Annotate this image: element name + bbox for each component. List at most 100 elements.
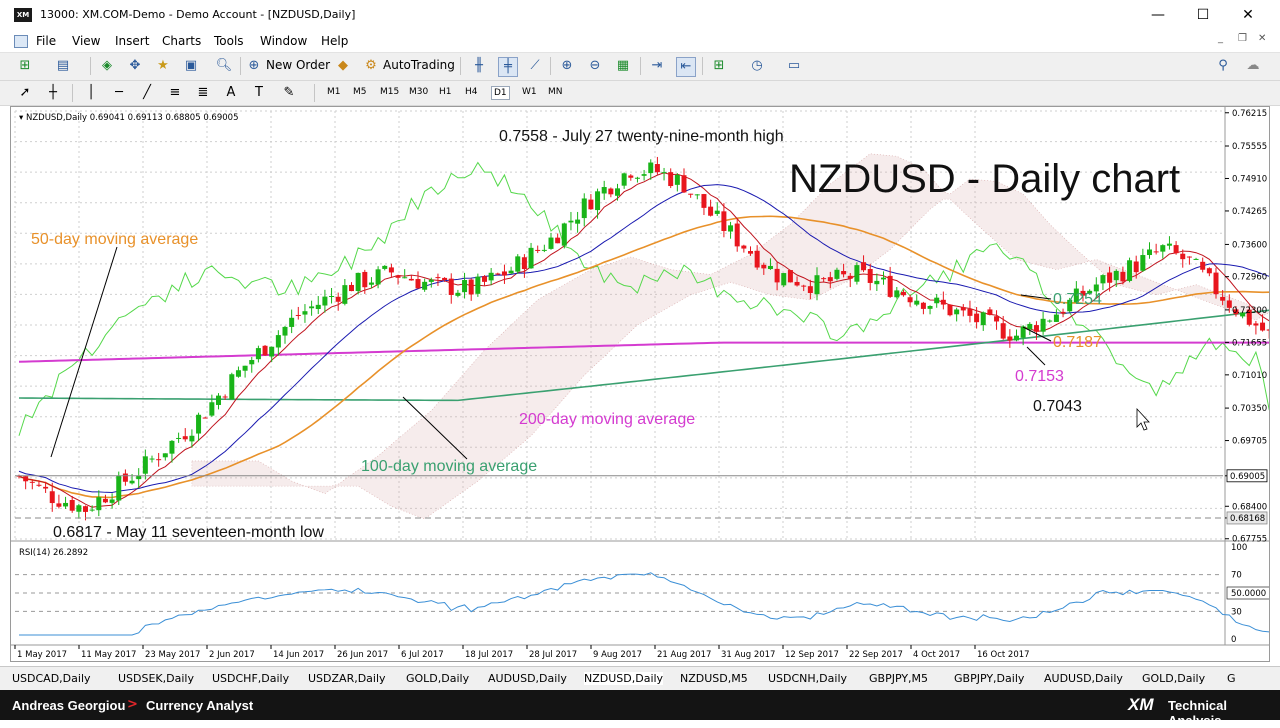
chart-tab[interactable]: NZDUSD,M5 xyxy=(680,672,748,685)
new-order-icon[interactable]: ⊕ xyxy=(245,57,263,75)
new-order-button[interactable]: New Order xyxy=(266,58,330,72)
metaeditor-icon[interactable]: ◆ xyxy=(334,57,352,75)
zoom-out-icon[interactable]: ⊖ xyxy=(586,57,604,75)
timeframe-m30[interactable]: M30 xyxy=(407,86,430,98)
timeframe-mn[interactable]: MN xyxy=(546,86,565,98)
candle-body xyxy=(176,437,182,439)
candle-body xyxy=(1027,323,1033,330)
timeframe-d1[interactable]: D1 xyxy=(491,86,510,100)
equidistant-channel-icon[interactable]: ≡ xyxy=(166,84,184,102)
chart-tab[interactable]: GBPJPY,Daily xyxy=(954,672,1024,685)
candle-body xyxy=(694,194,700,196)
chart-tab[interactable]: AUDUSD,Daily xyxy=(1044,672,1123,685)
profiles-icon[interactable]: ▤ xyxy=(54,57,72,75)
zoom-in-icon[interactable]: ⊕ xyxy=(558,57,576,75)
candle-body xyxy=(668,172,674,187)
menu-help[interactable]: Help xyxy=(321,34,348,48)
menu-tools[interactable]: Tools xyxy=(214,34,244,48)
menu-charts[interactable]: Charts xyxy=(162,34,201,48)
periods-icon[interactable]: ◷ xyxy=(748,57,766,75)
candle-body xyxy=(721,211,727,232)
tile-windows-icon[interactable]: ▦ xyxy=(614,57,632,75)
timeframe-m1[interactable]: M1 xyxy=(325,86,343,98)
date-tick-label: 1 May 2017 xyxy=(17,650,67,660)
mdi-restore-button[interactable]: ❐ xyxy=(1238,33,1247,44)
autoscroll-icon[interactable]: ⇥ xyxy=(648,57,666,75)
menu-window[interactable]: Window xyxy=(260,34,307,48)
autotrading-button[interactable]: AutoTrading xyxy=(383,58,455,72)
search-icon[interactable]: ⚲ xyxy=(1214,57,1232,75)
candle-body xyxy=(455,292,461,296)
vertical-line-icon[interactable]: │ xyxy=(82,84,100,102)
crosshair-icon[interactable]: ┼ xyxy=(44,84,62,102)
timeframe-w1[interactable]: W1 xyxy=(520,86,539,98)
price-tick-label: 0.72300 xyxy=(1232,306,1267,316)
candle-body xyxy=(422,281,428,290)
candle-body xyxy=(448,278,454,295)
chart-tab[interactable]: USDCAD,Daily xyxy=(12,672,91,685)
chart-tab-active[interactable]: NZDUSD,Daily xyxy=(584,672,664,685)
navigator-icon[interactable]: ★ xyxy=(154,57,172,75)
candle-body xyxy=(641,174,647,176)
menu-insert[interactable]: Insert xyxy=(115,34,149,48)
chart-canvas[interactable]: 0.76215 0.75555 0.74910 0.74265 0.73600 0.729… xyxy=(11,107,1269,661)
text-label-icon[interactable]: T xyxy=(250,84,268,102)
minimize-button[interactable]: — xyxy=(1138,4,1178,26)
market-watch-icon[interactable]: ◈ xyxy=(98,57,116,75)
timeframe-h4[interactable]: H4 xyxy=(463,86,480,98)
chart-window[interactable]: 0.76215 0.75555 0.74910 0.74265 0.73600 0.729… xyxy=(10,106,1270,662)
chart-tab[interactable]: USDCNH,Daily xyxy=(768,672,847,685)
maximize-button[interactable]: ☐ xyxy=(1183,4,1223,26)
date-tick-label: 9 Aug 2017 xyxy=(593,650,642,660)
chart-tab[interactable]: GOLD,Daily xyxy=(406,672,469,685)
candle-body xyxy=(821,278,827,280)
mdi-minimize-button[interactable]: _ xyxy=(1218,33,1223,44)
candle-body xyxy=(262,345,268,356)
trendline-icon[interactable]: ╱ xyxy=(138,84,156,102)
timeframe-m15[interactable]: M15 xyxy=(378,86,401,98)
timeframe-m5[interactable]: M5 xyxy=(351,86,369,98)
cursor-icon[interactable]: ➚ xyxy=(16,84,34,102)
chart-shift-icon[interactable]: ⇤ xyxy=(676,57,696,77)
candle-body xyxy=(887,275,893,297)
chart-tab[interactable]: USDCHF,Daily xyxy=(212,672,289,685)
chart-tab[interactable]: USDSEK,Daily xyxy=(118,672,194,685)
indicators-icon[interactable]: ⊞ xyxy=(710,57,728,75)
close-button[interactable]: ✕ xyxy=(1228,4,1268,26)
chart-tab[interactable]: USDZAR,Daily xyxy=(308,672,386,685)
horizontal-line-icon[interactable]: ─ xyxy=(110,84,128,102)
candlestick-chart-icon[interactable]: ╪ xyxy=(498,57,518,77)
data-window-icon[interactable]: ✥ xyxy=(126,57,144,75)
autotrading-icon[interactable]: ⚙ xyxy=(362,57,380,75)
chart-tab[interactable]: G xyxy=(1227,672,1236,685)
arrows-icon[interactable]: ✎ xyxy=(280,84,298,102)
text-icon[interactable]: A xyxy=(222,84,240,102)
terminal-icon[interactable]: ▣ xyxy=(182,57,200,75)
menu-file[interactable]: File xyxy=(36,34,56,48)
new-chart-icon[interactable]: ⊞ xyxy=(16,57,34,75)
candle-body xyxy=(1266,329,1269,331)
standard-toolbar: ⊞ ▤ ◈ ✥ ★ ▣ 🔍︎ ⊕ New Order ◆ ⚙ AutoTradi… xyxy=(0,53,1280,81)
templates-icon[interactable]: ▭ xyxy=(785,57,803,75)
candle-body xyxy=(900,291,906,296)
mdi-close-button[interactable]: ✕ xyxy=(1258,33,1266,44)
menu-view[interactable]: View xyxy=(72,34,100,48)
candle-body xyxy=(229,374,235,400)
date-tick-label: 21 Aug 2017 xyxy=(657,650,711,660)
candle-body xyxy=(581,198,587,219)
bar-chart-icon[interactable]: ╫ xyxy=(470,57,488,75)
candle-body xyxy=(548,237,554,249)
candle-body xyxy=(781,273,787,286)
candle-body xyxy=(1193,258,1199,260)
chart-tab[interactable]: GBPJPY,M5 xyxy=(869,672,928,685)
fibonacci-icon[interactable]: ≣ xyxy=(194,84,212,102)
line-chart-icon[interactable]: ⟋ xyxy=(526,57,544,75)
candle-body xyxy=(216,395,221,405)
timeframe-h1[interactable]: H1 xyxy=(437,86,454,98)
strategy-tester-icon[interactable]: 🔍︎ xyxy=(215,57,233,75)
candle-body xyxy=(940,299,946,305)
chart-tabs-bar: USDCAD,Daily USDSEK,Daily USDCHF,Daily U… xyxy=(0,666,1280,690)
chart-tab[interactable]: GOLD,Daily xyxy=(1142,672,1205,685)
chart-tab[interactable]: AUDUSD,Daily xyxy=(488,672,567,685)
chat-icon[interactable]: ☁ xyxy=(1244,57,1262,75)
